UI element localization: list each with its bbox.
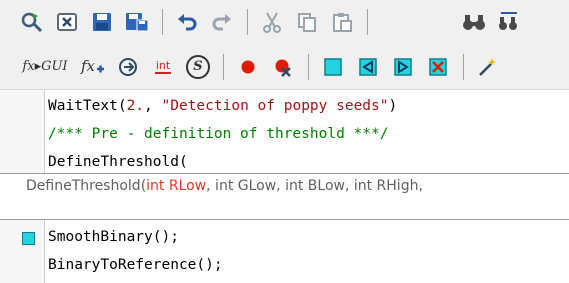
- code-token: WaitText(: [48, 98, 127, 114]
- breakpoint-icon[interactable]: [234, 53, 262, 81]
- tooltip-prefix: DefineThreshold(: [26, 178, 147, 194]
- code-line-5[interactable]: BinaryToReference();: [48, 256, 223, 275]
- parameter-info-tooltip: DefineThreshold(int RLow, int GLow, int …: [0, 173, 569, 220]
- code-line-4[interactable]: SmoothBinary();: [48, 228, 179, 247]
- fx-gui-button[interactable]: fx▸GUI: [18, 53, 72, 81]
- toolbar-separator: [367, 9, 368, 35]
- toolbar-separator: [463, 53, 464, 80]
- bookmark-marker[interactable]: [22, 232, 35, 245]
- step-icon[interactable]: [114, 53, 142, 81]
- code-string: "Detection of poppy seeds": [161, 98, 389, 114]
- magic-wand-icon[interactable]: [474, 53, 502, 81]
- cut-icon[interactable]: [258, 8, 286, 36]
- svg-text:fx: fx: [80, 57, 96, 75]
- tooltip-active-param: int RLow: [146, 178, 207, 194]
- find-replace-icon[interactable]: [495, 8, 523, 36]
- run-script-icon[interactable]: [18, 8, 46, 36]
- toolbar-separator: [223, 53, 224, 80]
- close-doc-icon[interactable]: [53, 8, 81, 36]
- paste-icon[interactable]: [328, 8, 356, 36]
- code-number: 2.: [126, 98, 145, 114]
- redo-icon[interactable]: [208, 8, 236, 36]
- undo-icon[interactable]: [173, 8, 201, 36]
- s-label: S: [186, 54, 210, 79]
- int-variable-icon[interactable]: int: [149, 53, 177, 81]
- save-all-icon[interactable]: [123, 8, 151, 36]
- marker-previous-icon[interactable]: [354, 53, 382, 81]
- marker-icon[interactable]: [319, 53, 347, 81]
- int-label: int: [154, 59, 172, 74]
- fx-gui-label: fx▸GUI: [22, 59, 68, 74]
- main-toolbar: [0, 0, 569, 44]
- find-icon[interactable]: [460, 8, 488, 36]
- insert-function-icon[interactable]: fx: [79, 53, 107, 81]
- tooltip-rest: , int GLow, int BLow, int RHigh,: [206, 178, 423, 194]
- toolbar-separator: [308, 53, 309, 80]
- delete-breakpoint-icon[interactable]: [269, 53, 297, 81]
- toolbar-separator: [162, 9, 163, 35]
- tooltip-signature: DefineThreshold(int RLow, int GLow, int …: [26, 178, 423, 194]
- code-line-2[interactable]: /*** Pre - definition of threshold ***/: [48, 125, 388, 144]
- clear-markers-icon[interactable]: [424, 53, 452, 81]
- save-icon[interactable]: [88, 8, 116, 36]
- copy-icon[interactable]: [293, 8, 321, 36]
- script-toolbar: fx▸GUI fx int S: [0, 44, 569, 90]
- code-line-1[interactable]: WaitText(2., "Detection of poppy seeds"): [48, 97, 397, 116]
- marker-next-icon[interactable]: [389, 53, 417, 81]
- code-line-3[interactable]: DefineThreshold(: [48, 153, 188, 172]
- code-token: ): [388, 98, 398, 114]
- string-variable-icon[interactable]: S: [184, 53, 212, 81]
- code-token: ,: [144, 98, 162, 114]
- toolbar-separator: [247, 9, 248, 35]
